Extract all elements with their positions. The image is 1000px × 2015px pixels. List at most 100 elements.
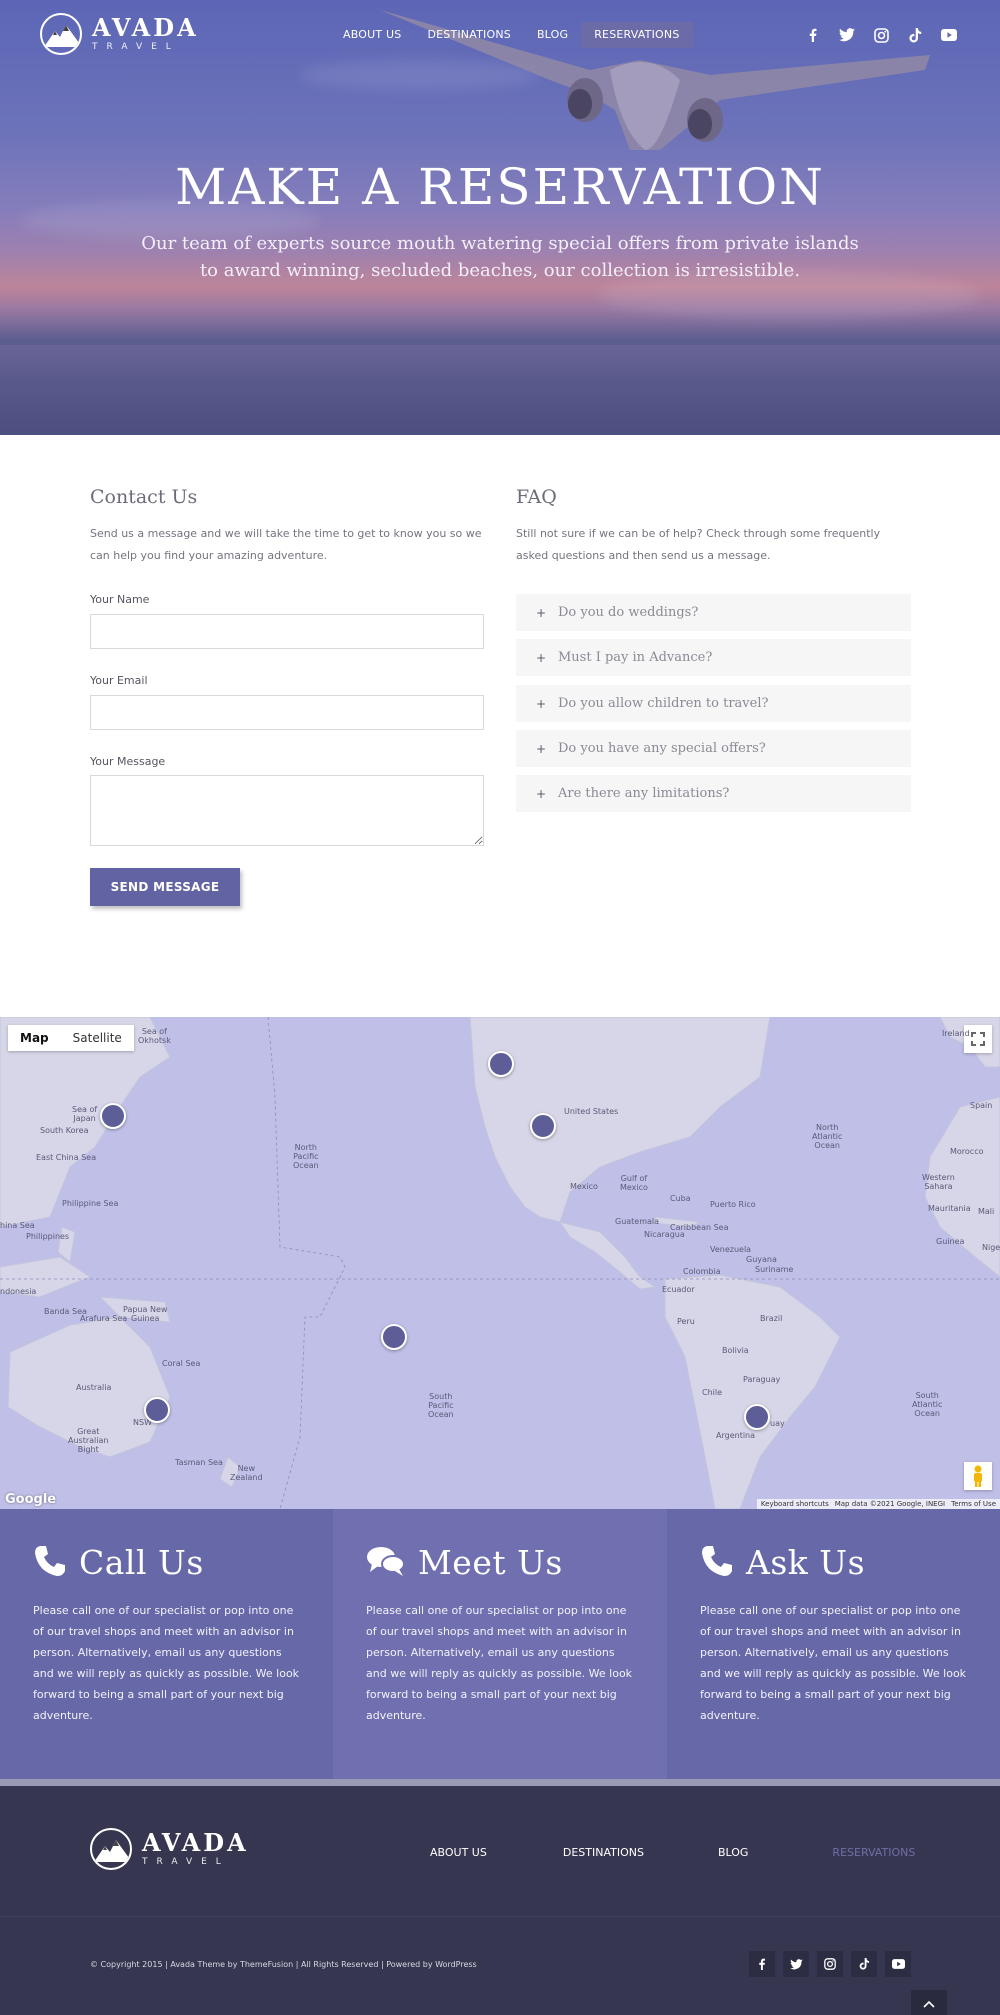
map-label: Gulf of Mexico <box>620 1174 648 1192</box>
footer-nav-destinations[interactable]: DESTINATIONS <box>563 1846 644 1859</box>
map-label: North Pacific Ocean <box>293 1143 319 1170</box>
map-label: Suriname <box>755 1265 794 1274</box>
map-label: Peru <box>677 1317 695 1326</box>
faq-intro: Still not sure if we can be of help? Che… <box>516 527 881 562</box>
map-label: Guinea <box>936 1237 965 1246</box>
map-label: South Atlantic Ocean <box>912 1391 943 1418</box>
map-label: Caribbean Sea <box>670 1223 729 1232</box>
map-label: Mauritania <box>928 1204 971 1213</box>
faq-item[interactable]: + Are there any limitations? <box>516 775 911 812</box>
info-title: Call Us <box>79 1543 204 1582</box>
email-input[interactable] <box>90 695 484 730</box>
plus-icon: + <box>536 605 547 620</box>
info-title: Ask Us <box>746 1543 865 1582</box>
footer-logo[interactable]: AVADA TRAVEL <box>90 1828 249 1870</box>
world-map[interactable]: Map Satellite Sea of Okhotsk Sea of Japa… <box>0 1017 1000 1509</box>
name-input[interactable] <box>90 614 484 649</box>
faq-question: Do you allow children to travel? <box>558 696 769 711</box>
info-panel-call: Call Us Please call one of our specialis… <box>0 1509 333 1779</box>
mountain-logo-icon <box>40 13 82 55</box>
faq-item[interactable]: + Must I pay in Advance? <box>516 639 911 676</box>
map-label: uay <box>770 1419 785 1428</box>
instagram-icon[interactable] <box>871 25 891 45</box>
chevron-up-icon <box>923 1993 935 2012</box>
nav-blog[interactable]: BLOG <box>524 22 581 48</box>
faq-question: Are there any limitations? <box>558 786 730 801</box>
map-label: ndonesia <box>0 1287 37 1296</box>
faq-item[interactable]: + Do you allow children to travel? <box>516 685 911 722</box>
send-message-button[interactable]: SEND MESSAGE <box>90 868 240 906</box>
map-label: North Atlantic Ocean <box>812 1123 843 1150</box>
divider <box>0 1779 1000 1786</box>
map-label: Cuba <box>670 1194 691 1203</box>
faq-item[interactable]: + Do you do weddings? <box>516 594 911 631</box>
footer-nav-blog[interactable]: BLOG <box>718 1846 748 1859</box>
nav-destinations[interactable]: DESTINATIONS <box>414 22 524 48</box>
map-label: Spain <box>970 1101 993 1110</box>
map-attribution: Keyboard shortcuts Map data ©2021 Google… <box>756 1499 1000 1509</box>
site-footer: AVADA TRAVEL ABOUT US DESTINATIONS BLOG … <box>0 1786 1000 2015</box>
tiktok-icon[interactable] <box>905 25 925 45</box>
chat-icon <box>366 1544 406 1582</box>
map-label: East China Sea <box>36 1153 97 1162</box>
hero-title: MAKE A RESERVATION <box>175 158 825 216</box>
map-label: Coral Sea <box>162 1359 201 1368</box>
map-marker-sydney[interactable] <box>144 1397 170 1423</box>
scroll-to-top-button[interactable] <box>911 1990 947 2015</box>
plus-icon: + <box>536 786 547 801</box>
header-social-links <box>803 25 959 45</box>
street-view-pegman-icon[interactable] <box>964 1462 992 1490</box>
copyright-text: © Copyright 2015 | Avada Theme by ThemeF… <box>90 1960 477 1969</box>
satellite-button[interactable]: Satellite <box>61 1025 134 1051</box>
message-textarea[interactable] <box>90 775 484 846</box>
keyboard-shortcuts-link[interactable]: Keyboard shortcuts <box>761 1500 829 1508</box>
footer-nav-about-us[interactable]: ABOUT US <box>430 1846 487 1859</box>
brand-name: AVADA <box>92 13 199 42</box>
instagram-icon[interactable] <box>817 1951 843 1977</box>
plus-icon: + <box>536 650 547 665</box>
map-marker-southwest-us[interactable] <box>530 1113 556 1139</box>
map-label: United States <box>564 1107 619 1116</box>
name-label: Your Name <box>90 593 150 606</box>
map-label: Venezuela <box>710 1245 752 1254</box>
brand-logo[interactable]: AVADA TRAVEL <box>40 13 199 55</box>
map-marker-south-pacific[interactable] <box>381 1324 407 1350</box>
map-label: Ecuador <box>662 1285 695 1294</box>
map-label: Great Australian Bight <box>68 1427 109 1454</box>
map-label: Paraguay <box>743 1375 781 1384</box>
youtube-icon[interactable] <box>939 25 959 45</box>
footer-nav-reservations[interactable]: RESERVATIONS <box>832 1846 915 1859</box>
faq-item[interactable]: + Do you have any special offers? <box>516 730 911 767</box>
map-data-credit: Map data ©2021 Google, INEGI <box>834 1500 946 1508</box>
map-marker-seattle[interactable] <box>488 1051 514 1077</box>
map-marker-japan[interactable] <box>100 1103 126 1129</box>
google-logo: Google <box>5 1492 57 1507</box>
nav-about-us[interactable]: ABOUT US <box>330 22 414 48</box>
phone-icon <box>33 1544 67 1582</box>
facebook-icon[interactable] <box>803 25 823 45</box>
twitter-icon[interactable] <box>783 1951 809 1977</box>
map-label: hina Sea <box>0 1221 35 1230</box>
contact-title: Contact Us <box>90 486 198 508</box>
footer-nav: ABOUT US DESTINATIONS BLOG RESERVATIONS <box>430 1846 915 1859</box>
map-label: Mali <box>978 1207 995 1216</box>
youtube-icon[interactable] <box>885 1951 911 1977</box>
brand-name: AVADA <box>142 1828 249 1857</box>
map-button[interactable]: Map <box>8 1025 61 1051</box>
map-marker-buenos-aires[interactable] <box>744 1404 770 1430</box>
twitter-icon[interactable] <box>837 25 857 45</box>
main-nav: ABOUT US DESTINATIONS BLOG RESERVATIONS <box>330 22 693 48</box>
message-label: Your Message <box>90 755 166 768</box>
map-label: Tasman Sea <box>175 1458 223 1467</box>
terms-of-use-link[interactable]: Terms of Use <box>951 1500 996 1508</box>
map-label: South Korea <box>40 1126 89 1135</box>
map-label: Morocco <box>950 1147 984 1156</box>
map-label: Philippine Sea <box>62 1199 119 1208</box>
map-label: Chile <box>702 1388 723 1397</box>
tiktok-icon[interactable] <box>851 1951 877 1977</box>
facebook-icon[interactable] <box>749 1951 775 1977</box>
nav-reservations[interactable]: RESERVATIONS <box>581 22 693 48</box>
map-label: Philippines <box>26 1232 70 1241</box>
contact-intro: Send us a message and we will take the t… <box>90 527 482 562</box>
map-label: Western Sahara <box>922 1173 955 1191</box>
